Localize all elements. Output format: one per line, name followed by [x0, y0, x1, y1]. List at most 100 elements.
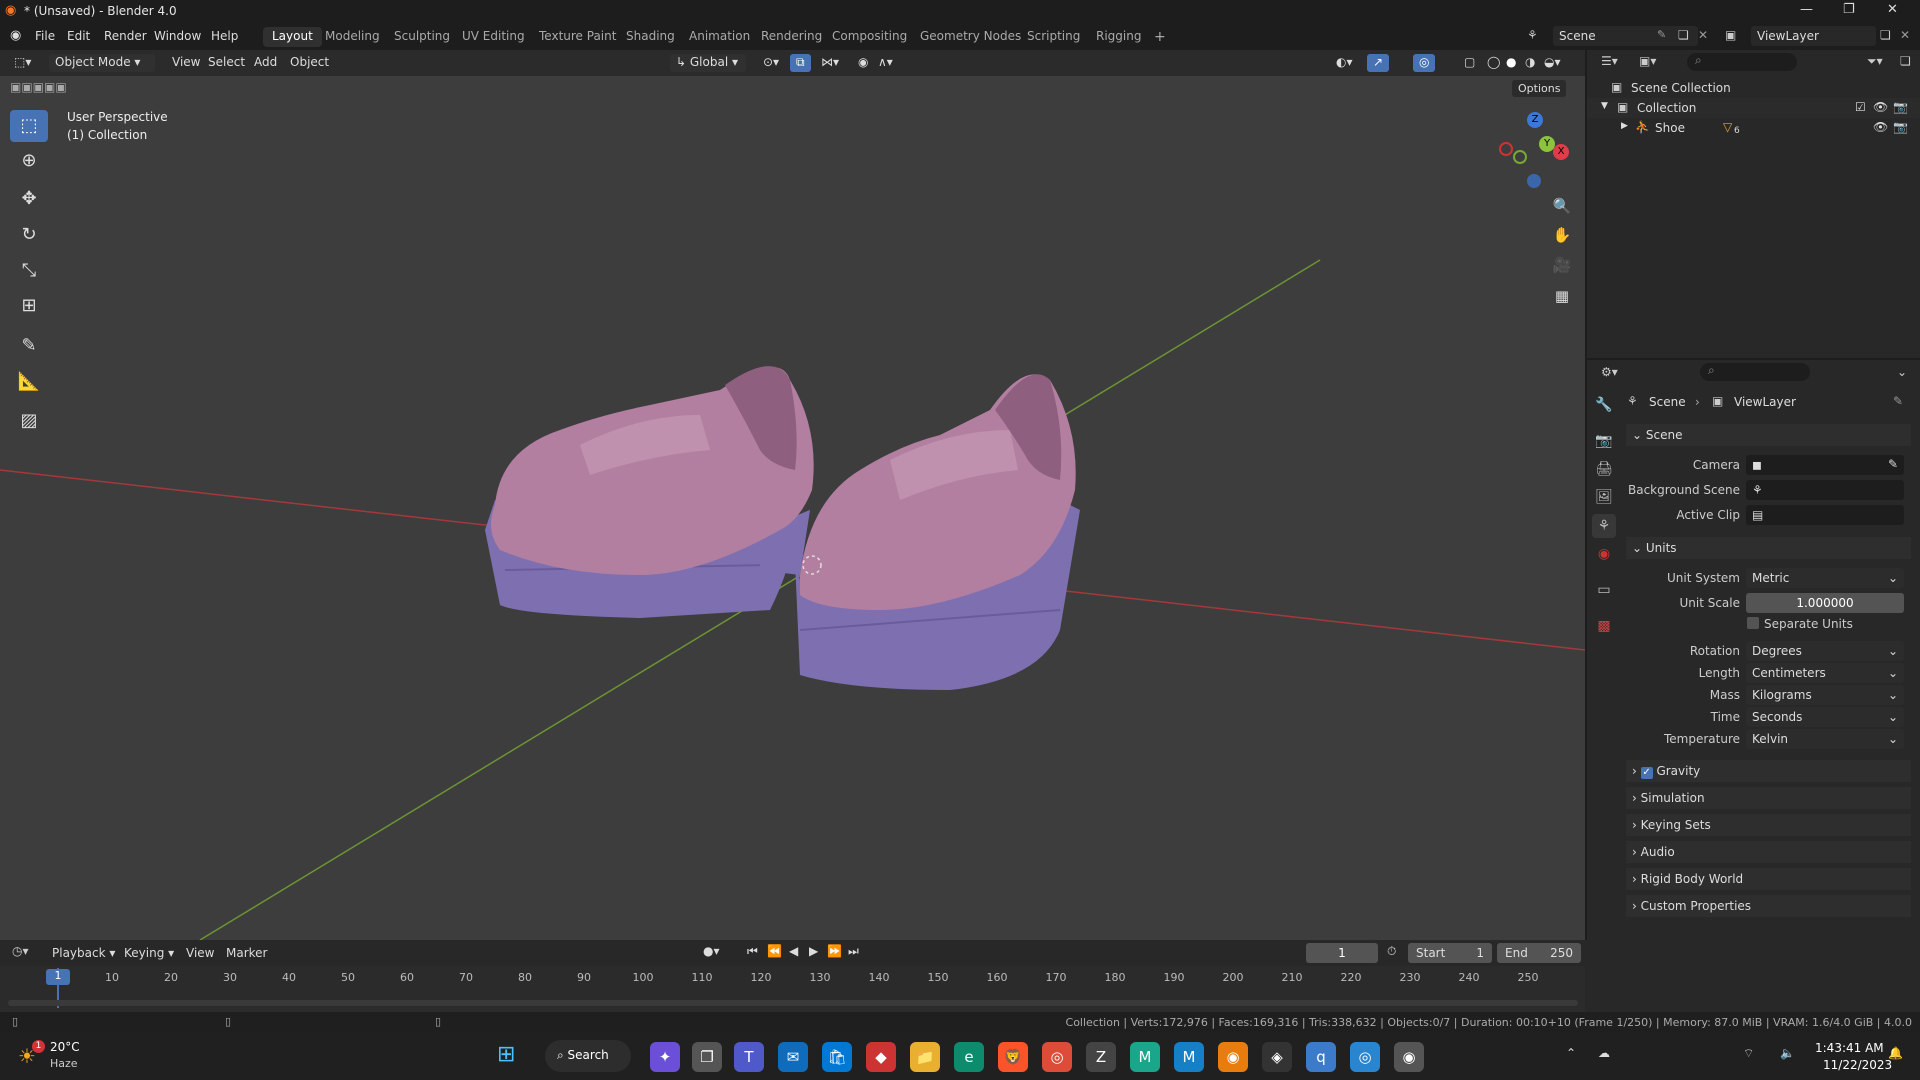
mass-dropdown[interactable]: Kilograms ⌄	[1746, 685, 1904, 705]
system-tray-chevron-icon[interactable]: ⌃	[1566, 1046, 1576, 1060]
add-workspace-icon[interactable]: +	[1145, 27, 1175, 47]
custom-properties-section-header[interactable]: › Custom Properties	[1626, 895, 1911, 917]
close-icon[interactable]: ✕	[1887, 2, 1898, 17]
select-menu[interactable]: Select	[202, 54, 251, 72]
menu-window[interactable]: Window	[154, 29, 201, 43]
eye-icon[interactable]: 👁	[1873, 100, 1888, 114]
gizmo-neg-z[interactable]	[1527, 174, 1541, 188]
scene-section-header[interactable]: ⌄ Scene	[1626, 424, 1911, 446]
timeline-editor-icon[interactable]: ◷▾	[12, 944, 29, 958]
visibility-icon[interactable]: ◐▾	[1330, 54, 1359, 72]
tab-uv-editing[interactable]: UV Editing	[453, 27, 534, 47]
gizmo-x-label[interactable]: X	[1553, 144, 1569, 160]
navigation-gizmo[interactable]: Z Y X	[1495, 110, 1575, 190]
tab-texture-paint[interactable]: Texture Paint	[530, 27, 625, 47]
properties-options-icon[interactable]: ⌄	[1897, 365, 1907, 379]
outliner-editor-icon[interactable]: ☰▾	[1601, 54, 1618, 68]
zbrush-app-icon[interactable]: Z	[1086, 1042, 1116, 1072]
tab-animation[interactable]: Animation	[680, 27, 759, 47]
length-dropdown[interactable]: Centimeters ⌄	[1746, 663, 1904, 683]
play-icon[interactable]: ▶	[809, 944, 818, 958]
pan-hand-icon[interactable]: ✋	[1551, 224, 1573, 246]
scene-field[interactable]: Scene	[1553, 26, 1698, 46]
gizmo-toggle-icon[interactable]: ↗	[1367, 54, 1390, 72]
maximize-icon[interactable]: ❐	[1843, 2, 1855, 17]
active-clip-field[interactable]: ▤	[1746, 505, 1904, 525]
time-dropdown[interactable]: Seconds ⌄	[1746, 707, 1904, 727]
add-menu[interactable]: Add	[248, 54, 283, 72]
camera-view-icon[interactable]: 🎥	[1551, 254, 1573, 276]
tab-geometry-nodes[interactable]: Geometry Nodes	[911, 27, 1030, 47]
temperature-dropdown[interactable]: Kelvin ⌄	[1746, 729, 1904, 749]
marker-menu[interactable]: Marker	[226, 946, 267, 960]
world-tab-icon[interactable]: ◉	[1592, 542, 1616, 566]
gizmo-neg-y[interactable]	[1513, 150, 1527, 164]
object-menu[interactable]: Object	[284, 54, 335, 72]
tab-rendering[interactable]: Rendering	[752, 27, 831, 47]
scene-icon[interactable]: ⚘	[1527, 28, 1538, 42]
blender-menu-icon[interactable]: ◉	[10, 28, 21, 43]
add-cube-tool[interactable]: ▨	[10, 405, 48, 437]
mesh-data-icon[interactable]: ▽	[1723, 120, 1732, 134]
move-tool[interactable]: ✥	[10, 183, 48, 215]
units-section-header[interactable]: ⌄ Units	[1626, 537, 1911, 559]
object-mode-dropdown[interactable]: Object Mode ▾	[49, 54, 155, 72]
playback-menu[interactable]: Playback ▾	[52, 946, 115, 960]
qbittorrent-app-icon[interactable]: q	[1306, 1042, 1336, 1072]
cursor-tool[interactable]: ⊕	[10, 145, 48, 177]
blender-active-app-icon[interactable]: ◉	[1394, 1042, 1424, 1072]
camera-icon[interactable]: 📷	[1893, 120, 1908, 134]
outliner-row-collection[interactable]: ▼ ▣ Collection ☑ 👁 📷	[1587, 98, 1920, 118]
timeline-scrollbar[interactable]	[8, 1000, 1578, 1006]
new-collection-icon[interactable]: ❏	[1900, 54, 1911, 68]
camera-icon[interactable]: 📷	[1893, 100, 1908, 114]
notification-bell-icon[interactable]: 🔔	[1888, 1046, 1903, 1060]
outliner-display-icon[interactable]: ▣▾	[1639, 54, 1656, 68]
pivot-icon[interactable]: ⊙▾	[757, 54, 785, 72]
tab-sculpting[interactable]: Sculpting	[385, 27, 459, 47]
pin-icon[interactable]: ✎	[1657, 28, 1666, 41]
clock-date[interactable]: 11/22/2023	[1823, 1058, 1892, 1072]
minimize-icon[interactable]: —	[1800, 2, 1813, 17]
brave-browser-icon[interactable]: 🦁	[998, 1042, 1028, 1072]
prev-keyframe-icon[interactable]: ⏪	[767, 944, 782, 958]
tab-shading[interactable]: Shading	[617, 27, 684, 47]
camera-field[interactable]: ◼ ✎	[1746, 455, 1904, 475]
onedrive-icon[interactable]: ☁	[1598, 1046, 1610, 1060]
viewport-scene[interactable]	[0, 50, 1585, 940]
clock-time[interactable]: 1:43:41 AM	[1815, 1041, 1884, 1055]
blender-app-icon[interactable]: ◉	[1218, 1042, 1248, 1072]
menu-help[interactable]: Help	[211, 29, 238, 43]
perspective-grid-icon[interactable]: ▦	[1551, 285, 1573, 307]
texture-tab-icon[interactable]: ▩	[1592, 614, 1616, 638]
end-frame-field[interactable]: End 250	[1497, 943, 1581, 963]
3d-viewport[interactable]	[0, 50, 1585, 940]
rendered-shading-icon[interactable]: ◒▾	[1538, 54, 1567, 72]
start-button-icon[interactable]: ⊞	[497, 1042, 515, 1067]
record-icon[interactable]: ●▾	[703, 944, 720, 958]
weather-temp[interactable]: 20°C	[50, 1040, 80, 1054]
office-app-icon[interactable]: ◆	[866, 1042, 896, 1072]
delete-scene-icon[interactable]: ✕	[1698, 28, 1708, 42]
keying-sets-section-header[interactable]: › Keying Sets	[1626, 814, 1911, 836]
falloff-icon[interactable]: ∧▾	[872, 54, 899, 72]
editor-type-icon[interactable]: ⬚▾	[8, 54, 37, 72]
tab-scripting[interactable]: Scripting	[1018, 27, 1089, 47]
edge-browser-icon[interactable]: e	[954, 1042, 984, 1072]
viewlayer-icon[interactable]: ▣	[1725, 28, 1736, 42]
filter-icon[interactable]: ⏷▾	[1867, 54, 1883, 69]
overlay-toggle-icon[interactable]: ◎	[1413, 54, 1436, 72]
task-view-icon[interactable]: ❐	[692, 1042, 722, 1072]
jump-end-icon[interactable]: ⏭	[848, 944, 859, 959]
tab-rigging[interactable]: Rigging	[1087, 27, 1150, 47]
viewlayer-field[interactable]: ViewLayer	[1751, 26, 1876, 46]
mail-app-icon[interactable]: ✉	[778, 1042, 808, 1072]
store-app-icon[interactable]: 🛍	[822, 1042, 852, 1072]
chrome-browser-icon[interactable]: ◎	[1042, 1042, 1072, 1072]
outliner-search-input[interactable]: ⌕	[1687, 53, 1797, 71]
expand-arrow-icon[interactable]: ▶	[1621, 121, 1628, 131]
snap-target-icon[interactable]: ⋈▾	[815, 54, 845, 72]
taskbar-search[interactable]: ⌕ Search	[545, 1040, 631, 1072]
render-tab-icon[interactable]: 📷	[1592, 429, 1616, 453]
xray-icon[interactable]: ▢	[1458, 54, 1481, 72]
